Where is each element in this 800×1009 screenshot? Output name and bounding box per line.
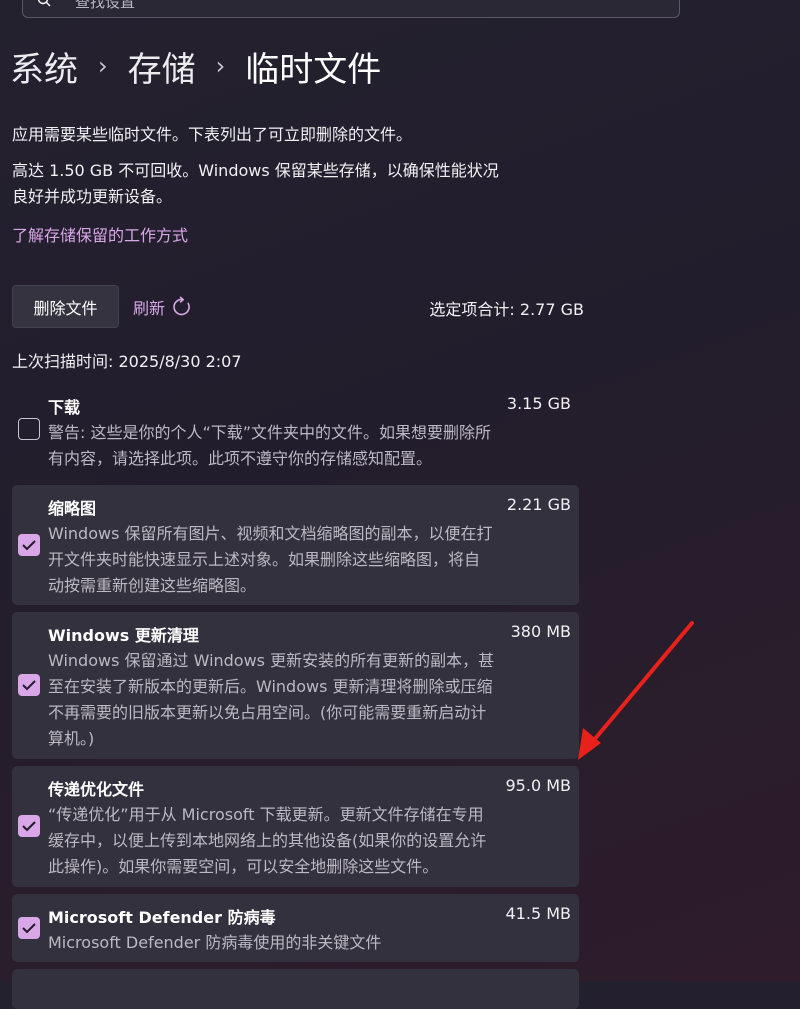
checkmark-icon bbox=[22, 680, 36, 691]
item-description-line: 有内容，请选择此项。此项不遵守你的存储感知配置。 bbox=[48, 449, 433, 468]
breadcrumb-separator: › bbox=[98, 52, 108, 80]
item-size: 3.15 GB bbox=[506, 394, 571, 413]
list-item-downloads[interactable]: 下载 3.15 GB 警告: 这些是你的个人“下载”文件夹中的文件。如果想要删除… bbox=[12, 384, 579, 474]
breadcrumb-separator: › bbox=[215, 52, 226, 80]
list-item-thumbnails[interactable]: 缩略图 2.21 GB Windows 保留所有图片、视频和文档缩略图的副本，以… bbox=[12, 485, 579, 605]
refresh-label: 刷新 bbox=[133, 299, 166, 318]
list-item-microsoft-defender[interactable]: Microsoft Defender 防病毒 41.5 MB Microsoft… bbox=[12, 894, 579, 962]
search-placeholder: 查找设置 bbox=[75, 0, 136, 11]
item-description: Windows 保留通过 Windows 更新安装的所有更新的副本，甚 至在安装… bbox=[48, 648, 573, 752]
delete-files-label: 删除文件 bbox=[33, 298, 98, 318]
delete-files-button[interactable]: 删除文件 bbox=[12, 285, 119, 328]
item-size: 95.0 MB bbox=[505, 776, 572, 795]
item-description-line: “传递优化”用于从 Microsoft 下载更新。更新文件存储在专用 bbox=[48, 805, 484, 824]
microsoft-defender-checkbox[interactable] bbox=[18, 917, 40, 939]
description-line: 良好并成功更新设备。 bbox=[12, 187, 173, 206]
checkmark-icon bbox=[22, 540, 36, 551]
item-description-line: 开文件夹时能快速显示上述对象。如果删除这些缩略图，将自 bbox=[48, 550, 481, 569]
item-description-line: 此操作)。如果你需要空间，可以安全地删除这些文件。 bbox=[48, 857, 439, 876]
thumbnails-checkbox[interactable] bbox=[18, 534, 40, 556]
checkmark-icon bbox=[22, 821, 36, 832]
item-description-line: Windows 保留所有图片、视频和文档缩略图的副本，以便在打 bbox=[48, 524, 493, 543]
page-title: 临时文件 bbox=[245, 49, 382, 90]
item-title: 缩略图 bbox=[48, 499, 97, 518]
list-item-next[interactable] bbox=[12, 969, 579, 1009]
description-line: 高达 1.50 GB 不可回收。Windows 保留某些存储，以确保性能状况 bbox=[12, 161, 499, 180]
item-description-line: 不再需要的旧版本更新以免占用空间。(你可能需要重新启动计 bbox=[48, 703, 487, 722]
item-description-line: 动按需重新创建这些缩略图。 bbox=[48, 576, 257, 595]
selected-total: 选定项合计: 2.77 GB bbox=[429, 300, 584, 319]
list-item-windows-update-cleanup[interactable]: Windows 更新清理 380 MB Windows 保留通过 Windows… bbox=[12, 612, 579, 759]
item-size: 41.5 MB bbox=[505, 904, 572, 923]
description-line: 应用需要某些临时文件。下表列出了可立即删除的文件。 bbox=[12, 125, 413, 144]
delivery-optimization-checkbox[interactable] bbox=[18, 815, 40, 837]
checkmark-icon bbox=[22, 923, 36, 934]
item-description: Windows 保留所有图片、视频和文档缩略图的副本，以便在打 开文件夹时能快速… bbox=[48, 521, 573, 599]
item-title: Windows 更新清理 bbox=[48, 626, 199, 645]
item-description-line: 算机。) bbox=[48, 729, 95, 748]
item-description-line: 至在安装了新版本的更新后。Windows 更新清理将删除或压缩 bbox=[48, 677, 493, 696]
item-description-line: 缓存中，以便上传到本地网络上的其他设备(如果你的设置允许 bbox=[48, 831, 487, 850]
item-title: 下载 bbox=[48, 398, 81, 417]
breadcrumb-system[interactable]: 系统 bbox=[10, 42, 78, 91]
refresh-icon bbox=[173, 296, 190, 316]
breadcrumb: 系统 › 存储 › 临时文件 bbox=[10, 40, 381, 92]
downloads-checkbox[interactable] bbox=[18, 418, 40, 440]
item-size: 380 MB bbox=[510, 622, 571, 641]
item-description-line: Microsoft Defender 防病毒使用的非关键文件 bbox=[48, 933, 382, 952]
refresh-button[interactable]: 刷新 bbox=[133, 292, 193, 322]
last-scan-time: 上次扫描时间: 2025/8/30 2:07 bbox=[12, 352, 242, 371]
search-box[interactable]: 查找设置 bbox=[22, 0, 680, 18]
windows-update-cleanup-checkbox[interactable] bbox=[18, 674, 40, 696]
item-description: “传递优化”用于从 Microsoft 下载更新。更新文件存储在专用 缓存中，以… bbox=[48, 802, 573, 880]
list-item-delivery-optimization[interactable]: 传递优化文件 95.0 MB “传递优化”用于从 Microsoft 下载更新。… bbox=[12, 766, 579, 887]
item-size: 2.21 GB bbox=[506, 495, 571, 514]
breadcrumb-storage[interactable]: 存储 bbox=[128, 42, 196, 91]
item-title: Microsoft Defender 防病毒 bbox=[48, 908, 276, 927]
item-description-line: Windows 保留通过 Windows 更新安装的所有更新的副本，甚 bbox=[48, 651, 495, 670]
item-description: 警告: 这些是你的个人“下载”文件夹中的文件。如果想要删除所 有内容，请选择此项… bbox=[48, 420, 573, 472]
item-description: Microsoft Defender 防病毒使用的非关键文件 bbox=[48, 930, 573, 956]
search-icon bbox=[37, 0, 51, 7]
item-title: 传递优化文件 bbox=[48, 780, 145, 799]
learn-storage-reserve-link[interactable]: 了解存储保留的工作方式 bbox=[12, 222, 188, 246]
item-description-line: 警告: 这些是你的个人“下载”文件夹中的文件。如果想要删除所 bbox=[48, 423, 492, 442]
